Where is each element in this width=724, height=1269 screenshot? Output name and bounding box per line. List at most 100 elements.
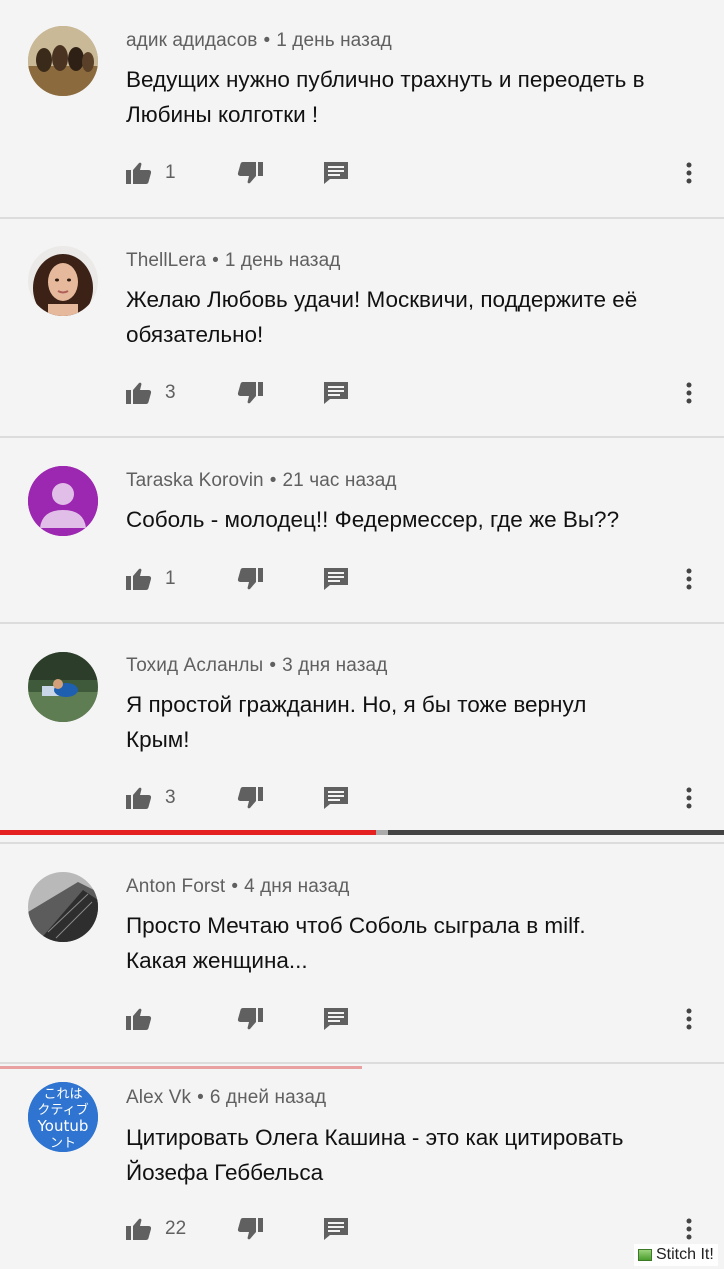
reply-comment-icon <box>323 1217 349 1241</box>
comment-author[interactable]: Anton Forst <box>126 876 225 897</box>
comment-text-line: Йозефа Геббельса <box>126 1160 324 1185</box>
like-count: 1 <box>165 568 176 589</box>
comment-time[interactable]: 1 день назад <box>276 30 392 51</box>
dislike-button[interactable] <box>237 783 263 813</box>
video-progress-buffered <box>376 830 388 835</box>
reply-button[interactable] <box>323 158 349 188</box>
comment-divider <box>0 217 724 219</box>
more-options-button[interactable] <box>686 158 700 188</box>
thumb-down-icon <box>237 382 263 404</box>
more-options-button[interactable] <box>686 1214 700 1244</box>
reply-comment-icon <box>323 1007 349 1031</box>
thumb-up-icon <box>126 382 152 404</box>
comment-text: Ведущих нужно публично трахнуть и переод… <box>126 62 706 132</box>
comment-text-line: обязательно! <box>126 322 264 347</box>
video-progress-remaining <box>388 830 724 835</box>
more-options-button[interactable] <box>686 378 700 408</box>
comment-actions <box>0 1004 724 1034</box>
like-button[interactable] <box>126 158 152 188</box>
more-vertical-icon <box>686 1218 692 1240</box>
more-vertical-icon <box>686 1008 692 1030</box>
like-button[interactable] <box>126 378 152 408</box>
more-options-button[interactable] <box>686 564 700 594</box>
dislike-button[interactable] <box>237 564 263 594</box>
thumb-down-icon <box>237 1218 263 1240</box>
like-button[interactable] <box>126 783 152 813</box>
comment-author[interactable]: Alex Vk <box>126 1087 191 1108</box>
reply-button[interactable] <box>323 1214 349 1244</box>
dislike-button[interactable] <box>237 1214 263 1244</box>
comment-author[interactable]: Taraska Korovin <box>126 470 264 491</box>
comment-text-line: Цитировать Олега Кашина - это как цитиро… <box>126 1125 624 1150</box>
comment-meta: ThellLera • 1 день назад <box>126 250 341 271</box>
comment-meta: Anton Forst • 4 дня назад <box>126 876 350 897</box>
dislike-button[interactable] <box>237 378 263 408</box>
reply-button[interactable] <box>323 783 349 813</box>
reply-comment-icon <box>323 786 349 810</box>
comment-divider <box>0 622 724 624</box>
comment-divider <box>0 842 724 844</box>
comment-meta: Alex Vk • 6 дней назад <box>126 1087 327 1108</box>
thumb-down-icon <box>237 787 263 809</box>
like-count: 3 <box>165 787 176 808</box>
more-options-button[interactable] <box>686 1004 700 1034</box>
avatar-text-line: クティブ <box>37 1102 88 1118</box>
comment-actions: 22 <box>0 1214 724 1244</box>
comment-text-line: Крым! <box>126 727 190 752</box>
watermark: Stitch It! <box>634 1244 718 1266</box>
comment-author[interactable]: Тохид Асланлы <box>126 655 263 676</box>
comment-text: Цитировать Олега Кашина - это как цитиро… <box>126 1120 706 1190</box>
avatar[interactable] <box>28 872 98 942</box>
thumb-up-icon <box>126 162 152 184</box>
comment-time[interactable]: 1 день назад <box>225 250 341 271</box>
comment-text-line: Я простой гражданин. Но, я бы тоже верну… <box>126 692 587 717</box>
avatar-text-line: Youtub <box>37 1117 89 1135</box>
comment-actions: 1 <box>0 158 724 188</box>
more-options-button[interactable] <box>686 783 700 813</box>
thumb-up-icon <box>126 787 152 809</box>
thumb-up-icon <box>126 568 152 590</box>
comment-meta: адик адидасов • 1 день назад <box>126 30 392 51</box>
thumb-up-icon <box>126 1008 152 1030</box>
more-vertical-icon <box>686 162 692 184</box>
dislike-button[interactable] <box>237 1004 263 1034</box>
comment-actions: 3 <box>0 783 724 813</box>
video-progress-bar[interactable] <box>0 830 724 835</box>
stitch-logo-icon <box>638 1249 652 1261</box>
thumb-down-icon <box>237 1008 263 1030</box>
avatar[interactable] <box>28 246 98 316</box>
comment-time[interactable]: 21 час назад <box>283 470 397 491</box>
comment-actions: 1 <box>0 564 724 594</box>
comment-text-line: Любины колготки ! <box>126 102 319 127</box>
comment-divider <box>0 436 724 438</box>
like-button[interactable] <box>126 1004 152 1034</box>
like-count: 22 <box>165 1218 187 1239</box>
comment-author[interactable]: ThellLera <box>126 250 206 271</box>
comment-text-line: Соболь - молодец!! Федермессер, где же В… <box>126 507 620 532</box>
avatar[interactable]: これは クティブ Youtub ント <box>28 1082 98 1152</box>
more-vertical-icon <box>686 787 692 809</box>
avatar[interactable] <box>28 466 98 536</box>
comment-time[interactable]: 3 дня назад <box>282 655 387 676</box>
video-progress-played <box>0 830 376 835</box>
comment-actions: 3 <box>0 378 724 408</box>
comment-time[interactable]: 6 дней назад <box>210 1087 326 1108</box>
avatar[interactable] <box>28 26 98 96</box>
comment-time[interactable]: 4 дня назад <box>244 876 349 897</box>
more-vertical-icon <box>686 568 692 590</box>
like-button[interactable] <box>126 1214 152 1244</box>
like-button[interactable] <box>126 564 152 594</box>
avatar[interactable] <box>28 652 98 722</box>
comment-text-line: Желаю Любовь удачи! Москвичи, поддержите… <box>126 287 638 312</box>
reply-button[interactable] <box>323 378 349 408</box>
thumb-down-icon <box>237 568 263 590</box>
more-vertical-icon <box>686 382 692 404</box>
comment-author[interactable]: адик адидасов <box>126 30 257 51</box>
video-progress-played-faint <box>0 1066 362 1069</box>
comments-page: адик адидасов • 1 день назад Ведущих нужно… <box>0 0 724 1269</box>
reply-button[interactable] <box>323 1004 349 1034</box>
comment-meta: Taraska Korovin • 21 час назад <box>126 470 397 491</box>
watermark-text: Stitch It! <box>656 1246 714 1263</box>
dislike-button[interactable] <box>237 158 263 188</box>
reply-button[interactable] <box>323 564 349 594</box>
